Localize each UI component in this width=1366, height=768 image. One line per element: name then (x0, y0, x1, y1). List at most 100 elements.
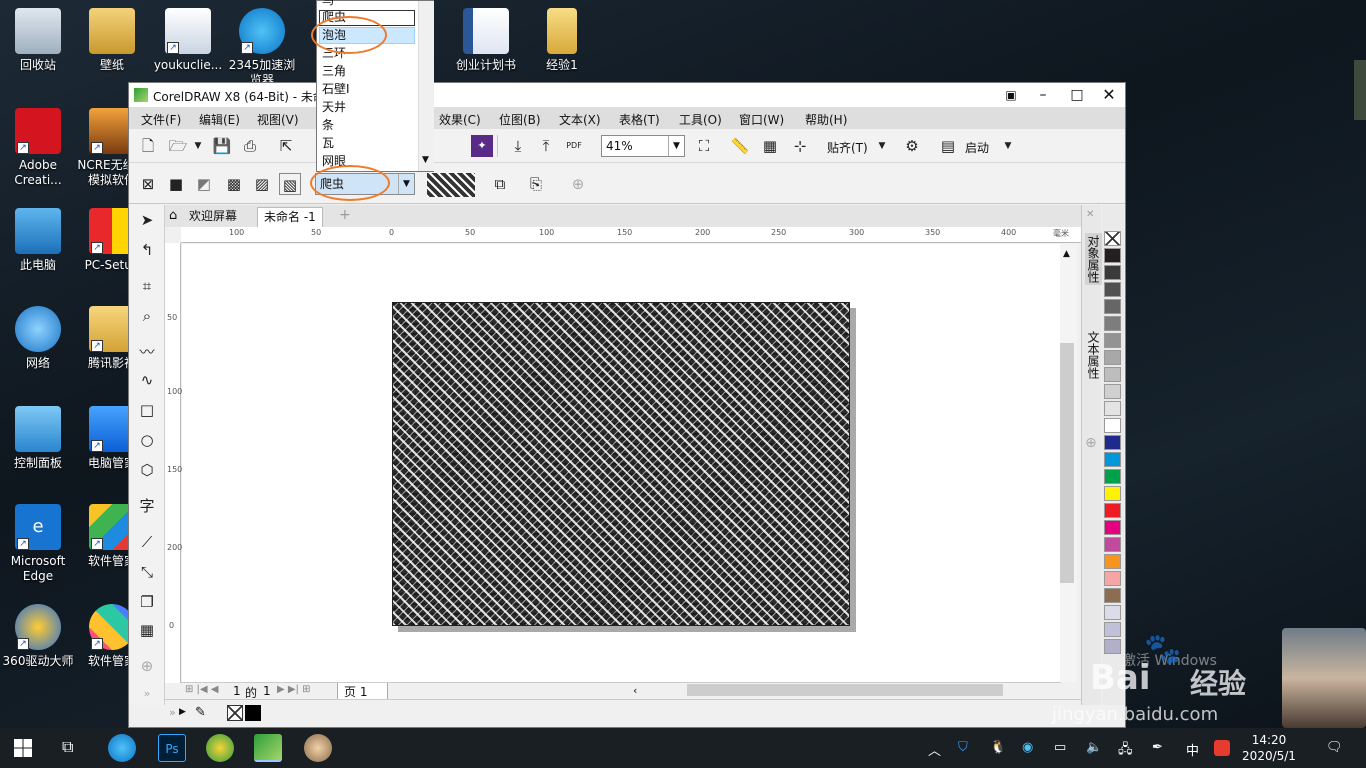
expand-chevron-icon[interactable]: » (169, 706, 176, 719)
color-swatch[interactable] (1104, 486, 1121, 501)
dropdown-item[interactable]: 三角 (322, 63, 346, 80)
color-swatch[interactable] (1104, 588, 1121, 603)
taskbar-clock[interactable]: 14:20 2020/5/1 (1234, 732, 1304, 764)
chevron-up-icon[interactable]: ︿ (928, 740, 941, 759)
chevron-down-icon[interactable]: ▼ (871, 135, 893, 157)
color-swatch[interactable] (1104, 520, 1121, 535)
pattern-filled-rectangle[interactable] (392, 302, 850, 626)
save-icon[interactable]: 💾 (211, 135, 233, 157)
desktop-icon-recycle-bin[interactable]: 回收站 (0, 4, 76, 94)
color-swatch[interactable] (1104, 282, 1121, 297)
new-document-icon[interactable]: 🗋 (137, 135, 159, 157)
two-color-pattern-fill-icon[interactable]: ▧ (279, 173, 301, 195)
add-tool-icon[interactable]: ⊕ (136, 655, 158, 677)
chevron-down-icon[interactable]: ▼ (398, 174, 414, 194)
color-swatch[interactable] (1104, 316, 1121, 331)
crop-tool-icon[interactable]: ⌗ (136, 275, 158, 297)
gear-icon[interactable]: ⚙ (901, 135, 923, 157)
ime-indicator[interactable]: 中 (1186, 740, 1199, 759)
color-swatch[interactable] (1104, 265, 1121, 280)
menu-effects[interactable]: 效果(C) (439, 111, 481, 128)
taskbar-photoshop-icon[interactable]: Ps (158, 734, 186, 762)
freehand-tool-icon[interactable]: 〰 (136, 341, 158, 363)
drop-shadow-tool-icon[interactable]: ❐ (136, 591, 158, 613)
polygon-tool-icon[interactable]: ⬡ (136, 459, 158, 481)
dropdown-item[interactable]: 条 (322, 117, 334, 134)
qq-icon[interactable]: 🐧 (990, 740, 1006, 755)
open-folder-icon[interactable]: 🗁 (167, 135, 189, 157)
color-swatch[interactable] (1104, 350, 1121, 365)
color-swatch[interactable] (1104, 554, 1121, 569)
tab-welcome-screen[interactable]: 欢迎屏幕 (183, 207, 243, 227)
next-page-icon[interactable]: ▶ ▶| ⊞ (277, 684, 311, 695)
import-icon[interactable]: ⇱ (275, 135, 297, 157)
add-docker-icon[interactable]: ⊕ (1085, 435, 1097, 451)
expand-chevron-icon[interactable]: » (136, 683, 158, 705)
maximize-button[interactable]: □ (1063, 85, 1091, 105)
color-swatch[interactable] (1104, 469, 1121, 484)
dropdown-item[interactable]: 瓦 (322, 135, 334, 152)
zoom-tool-icon[interactable]: ⌕ (136, 305, 158, 327)
desktop-icon-wallpaper[interactable]: 壁纸 (74, 4, 150, 94)
desktop-icon-control-panel[interactable]: 控制面板 (0, 402, 76, 492)
color-swatch[interactable] (1104, 537, 1121, 552)
snap-to-button[interactable]: 贴齐(T) (827, 139, 868, 156)
notification-icon[interactable]: 🗨 (1326, 740, 1343, 755)
first-page-icon[interactable]: ⊞ |◀ ◀ (185, 684, 219, 695)
transform-with-object-icon[interactable]: ⧉ (489, 173, 511, 195)
dropdown-item[interactable]: 鸟 (322, 0, 334, 9)
scroll-up-arrow-icon[interactable]: ▲ (1063, 249, 1070, 259)
sogou-ime-icon[interactable] (1214, 740, 1230, 756)
network-icon[interactable]: 🖧 (1118, 740, 1133, 762)
menu-file[interactable]: 文件(F) (141, 111, 181, 128)
home-icon[interactable]: ⌂ (169, 208, 177, 223)
account-icon[interactable]: ▣ (997, 85, 1025, 105)
chevron-down-icon[interactable]: ▼ (997, 135, 1019, 157)
taskbar-photo-icon[interactable] (304, 734, 332, 762)
close-icon[interactable]: ✕ (1086, 209, 1094, 220)
pattern-preview-swatch[interactable] (427, 173, 475, 197)
security-shield-icon[interactable]: ⛉ (958, 740, 968, 755)
desktop-icon-youku[interactable]: ↗ youkuclie... (150, 4, 226, 94)
minimize-button[interactable]: – (1029, 85, 1057, 105)
fountain-fill-icon[interactable]: ◩ (193, 173, 215, 195)
close-button[interactable]: ✕ (1095, 85, 1123, 105)
docker-tab-object-properties[interactable]: 对象属性 (1085, 233, 1102, 285)
desktop-icon-experience1[interactable]: 经验1 (524, 4, 600, 94)
color-swatch[interactable] (1104, 401, 1121, 416)
battery-icon[interactable]: ▭ (1054, 740, 1066, 755)
dropdown-item[interactable]: 石壁I (322, 81, 350, 98)
shape-tool-icon[interactable]: ↰ (136, 239, 158, 261)
menu-tools[interactable]: 工具(O) (679, 111, 722, 128)
export-arrow-icon[interactable]: ⤒ (535, 135, 557, 157)
color-swatch[interactable] (1104, 503, 1121, 518)
ellipse-tool-icon[interactable]: ○ (136, 429, 158, 451)
black-outline-swatch[interactable] (245, 705, 261, 721)
docker-tab-text-properties[interactable]: 文本属性 (1085, 331, 1102, 379)
pick-tool-icon[interactable]: ➤ (136, 209, 158, 231)
no-fill-icon[interactable]: ⊠ (137, 173, 159, 195)
horizontal-ruler[interactable]: 100 50 0 50 100 150 200 250 300 350 400 … (181, 227, 1085, 243)
full-screen-icon[interactable]: ⛶ (693, 135, 715, 157)
desktop-icon-adobe-cc[interactable]: ↗ Adobe Creati... (0, 104, 76, 194)
desktop-icon-360-driver[interactable]: ↗ 360驱动大师 (0, 600, 76, 690)
show-grid-icon[interactable]: ▦ (759, 135, 781, 157)
no-fill-swatch[interactable] (227, 705, 243, 721)
taskbar-coreldraw-icon[interactable] (254, 734, 282, 762)
import-arrow-icon[interactable]: ⤓ (507, 135, 529, 157)
show-rulers-icon[interactable]: 📏 (729, 135, 751, 157)
menu-text[interactable]: 文本(X) (559, 111, 601, 128)
show-guidelines-icon[interactable]: ⊹ (789, 135, 811, 157)
launch-button[interactable]: 启动 (965, 139, 989, 156)
menu-bitmaps[interactable]: 位图(B) (499, 111, 541, 128)
desktop-icon-business-plan[interactable]: 创业计划书 (448, 4, 524, 94)
rectangle-tool-icon[interactable]: □ (136, 399, 158, 421)
windows-start-icon[interactable] (14, 739, 32, 757)
launch-icon[interactable]: ▤ (937, 135, 959, 157)
menu-help[interactable]: 帮助(H) (805, 111, 847, 128)
color-swatch[interactable] (1104, 435, 1121, 450)
copy-fill-icon[interactable]: ⎘ (525, 173, 547, 195)
color-swatch[interactable] (1104, 299, 1121, 314)
artistic-media-tool-icon[interactable]: ∿ (136, 369, 158, 391)
taskbar-app-icon[interactable] (206, 734, 234, 762)
